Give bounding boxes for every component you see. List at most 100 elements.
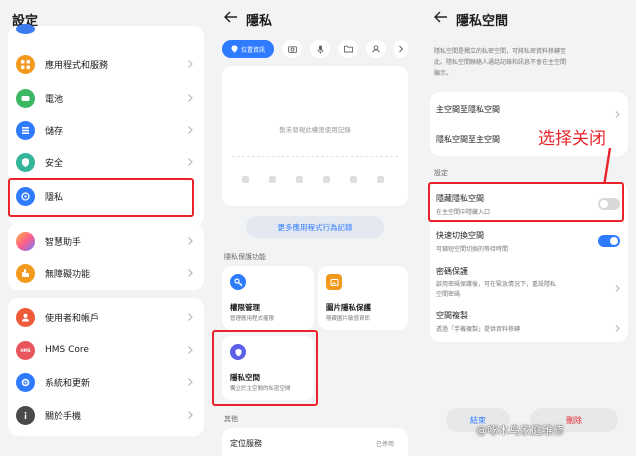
- private-space-panel: 隱私空間 隱私空間是獨立的私密空間，可將私密資料移轉至 此。隱私空間聯絡人通話記…: [422, 0, 636, 456]
- setting-subtitle: 啟用密碼保護後，可在緊急情況下，重設隱私: [436, 281, 557, 288]
- location-service-row[interactable]: 定位服務 已停用: [222, 428, 408, 456]
- chip-camera[interactable]: [282, 40, 302, 58]
- settings-item-assistant[interactable]: 智慧助手: [8, 225, 204, 257]
- setting-subtitle: 透過「手機複製」提供資料移轉: [436, 326, 521, 333]
- intro-line: 隱私空間是獨立的私密空間，可將私密資料移轉至: [434, 48, 567, 55]
- privacy-panel: 隱私 位置資訊 暫未發現此權限使用記錄 更多應用程式行為記錄 隱私保護功能 權限…: [212, 0, 416, 456]
- feature-image-privacy[interactable]: 圖片隱私保護 隱藏圖片敏感資訊: [318, 266, 408, 330]
- setting-subtitle: 空間密碼: [436, 291, 461, 298]
- settings-item-storage[interactable]: 儲存: [8, 114, 204, 146]
- user-icon: [16, 307, 35, 327]
- microphone-icon: [317, 45, 324, 54]
- settings-item-apps[interactable]: 應用程式和服務: [8, 48, 204, 80]
- camera-icon: [287, 45, 297, 53]
- more-records-button[interactable]: 更多應用程式行為記錄: [246, 216, 384, 238]
- chevron-right-icon: [185, 312, 195, 322]
- toggle-knob: [610, 237, 618, 245]
- back-arrow-icon[interactable]: [222, 8, 240, 26]
- settings-item-label: 安全: [45, 158, 64, 169]
- switch-row-label: 隱私空間至主空間: [436, 135, 500, 144]
- info-icon: [16, 405, 35, 425]
- usage-record-card: 暫未發現此權限使用記錄: [222, 66, 408, 206]
- private-space-highlight-box: [212, 330, 318, 406]
- feature-title: 權限管理: [230, 303, 260, 312]
- folder-icon: [343, 45, 353, 53]
- switch-row-label: 主空間至隱私空間: [436, 105, 500, 114]
- settings-item-label: 應用程式和服務: [45, 60, 109, 71]
- quick-switch-toggle[interactable]: [598, 235, 620, 247]
- settings-item-label: 儲存: [45, 126, 64, 137]
- chevron-right-icon: [613, 318, 622, 332]
- location-icon: [231, 45, 238, 53]
- chip-folder[interactable]: [338, 40, 358, 58]
- settings-item-battery[interactable]: 電池: [8, 82, 204, 114]
- watermark: @啄木鸟家庭维修: [476, 424, 564, 437]
- page-title: 隱私: [246, 14, 273, 29]
- section-other-label: 其他: [224, 415, 238, 423]
- setting-space-clone[interactable]: 空間複製 透過「手機複製」提供資料移轉: [430, 306, 628, 340]
- settings-item-label: 關於手機: [45, 411, 82, 422]
- chip-location[interactable]: 位置資訊: [222, 40, 274, 58]
- settings-item-label: 使用者和帳戶: [45, 313, 100, 324]
- chevron-right-icon: [185, 410, 195, 420]
- accessibility-icon: [16, 263, 35, 283]
- settings-item-label: 系統和更新: [45, 378, 91, 389]
- settings-item-users[interactable]: 使用者和帳戶: [8, 301, 204, 333]
- contacts-icon: [372, 45, 380, 53]
- shield-icon: [16, 152, 35, 172]
- setting-quick-switch[interactable]: 快速切換空間 可縮短空間切換的等待時間: [430, 226, 628, 258]
- intro-text: 隱私空間是獨立的私密空間，可將私密資料移轉至 此。隱私空間聯絡人通話記錄和訊息不…: [434, 46, 630, 79]
- location-service-value: 已停用: [375, 441, 394, 448]
- chevron-right-icon: [398, 45, 404, 53]
- settings-item-hms[interactable]: HMS HMS Core: [8, 334, 204, 366]
- chip-contacts[interactable]: [366, 40, 386, 58]
- setting-title: 空間複製: [436, 311, 468, 320]
- section-protect-label: 隱私保護功能: [224, 253, 266, 261]
- settings-item-label: 電池: [45, 94, 64, 105]
- chip-microphone[interactable]: [310, 40, 330, 58]
- privacy-highlight-box: [8, 178, 194, 217]
- chip-more[interactable]: [394, 40, 408, 58]
- feature-title: 圖片隱私保護: [326, 303, 371, 312]
- image-icon: [326, 274, 342, 290]
- hms-icon: HMS: [16, 340, 35, 360]
- back-arrow-icon[interactable]: [432, 8, 450, 26]
- settings-item-about[interactable]: 關於手機: [8, 399, 204, 431]
- settings-item-system[interactable]: 系統和更新: [8, 366, 204, 398]
- chip-label: 位置資訊: [240, 46, 265, 54]
- intro-line: 顯示。: [434, 70, 453, 77]
- setting-password-protection[interactable]: 密碼保護 啟用密碼保護後，可在緊急情況下，重設隱私 空間密碼: [430, 262, 628, 302]
- setting-subtitle: 可縮短空間切換的等待時間: [436, 246, 509, 253]
- hide-space-highlight-box: [428, 182, 624, 222]
- page-title: 隱私空間: [456, 14, 509, 29]
- key-icon: [230, 274, 246, 290]
- chevron-right-icon: [185, 236, 195, 246]
- feature-subtitle: 管理應用程式權限: [230, 316, 275, 322]
- timeline-markers: [222, 176, 408, 184]
- settings-item-accessibility[interactable]: 無障礙功能: [8, 257, 204, 289]
- chevron-right-icon: [185, 345, 195, 355]
- setting-title: 密碼保護: [436, 267, 468, 276]
- storage-icon: [16, 120, 35, 140]
- apps-icon: [16, 54, 35, 74]
- feature-permission-management[interactable]: 權限管理 管理應用程式權限: [222, 266, 314, 330]
- battery-icon: [16, 88, 35, 108]
- chevron-right-icon: [185, 268, 195, 278]
- chevron-right-icon: [185, 125, 195, 135]
- cut-icon: [16, 24, 35, 34]
- section-settings-label: 設定: [434, 169, 448, 177]
- switch-main-to-private[interactable]: 主空間至隱私空間: [430, 92, 628, 124]
- setting-title: 快速切換空間: [436, 231, 484, 240]
- chevron-right-icon: [613, 278, 622, 292]
- settings-item-label: HMS Core: [45, 345, 89, 355]
- settings-item-label: 無障礙功能: [45, 269, 91, 280]
- assistant-icon: [16, 231, 35, 251]
- settings-item-security[interactable]: 安全: [8, 146, 204, 178]
- settings-item-cut[interactable]: [8, 22, 204, 36]
- chevron-right-icon: [185, 59, 195, 69]
- feature-subtitle: 隱藏圖片敏感資訊: [326, 316, 371, 322]
- chevron-right-icon: [613, 104, 622, 118]
- chevron-right-icon: [185, 157, 195, 167]
- chevron-right-icon: [185, 93, 195, 103]
- empty-state-text: 暫未發現此權限使用記錄: [279, 126, 351, 134]
